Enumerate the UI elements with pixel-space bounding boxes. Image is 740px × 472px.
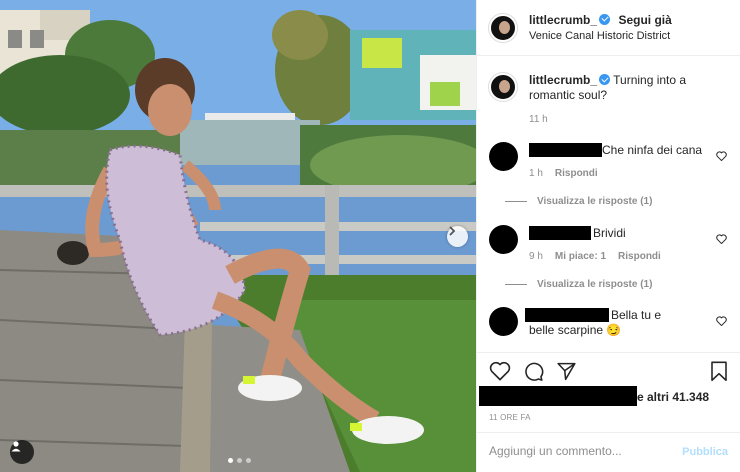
like-comment-icon[interactable]	[716, 151, 727, 161]
post-header: littlecrumb_ Segui già Venice Canal Hist…	[477, 0, 740, 56]
reply-button[interactable]: Rispondi	[618, 251, 661, 262]
likes-count[interactable]: e altri 41.348	[637, 390, 709, 404]
commenter-avatar[interactable]	[489, 307, 518, 336]
verified-badge-icon	[599, 13, 611, 25]
view-replies-label: Visualizza le risposte (1)	[537, 279, 653, 290]
like-comment-icon[interactable]	[716, 316, 727, 326]
author-username[interactable]: littlecrumb_	[529, 13, 597, 27]
comment-likes-count[interactable]: Mi piace: 1	[555, 251, 606, 262]
comment-meta: 1 h Rispondi	[529, 168, 598, 179]
redacted-liker-name	[479, 386, 637, 406]
add-comment-bar: Pubblica	[477, 432, 740, 472]
replies-divider	[505, 201, 527, 202]
commenter-avatar[interactable]	[489, 142, 518, 171]
chevron-right-icon	[449, 226, 456, 236]
carousel-dot	[246, 458, 251, 463]
photo-illustration	[0, 0, 476, 472]
view-replies-button[interactable]: Visualizza le risposte (1)	[505, 279, 652, 290]
caption-timestamp: 11 h	[529, 114, 548, 125]
replies-divider	[505, 284, 527, 285]
post-location[interactable]: Venice Canal Historic District	[529, 28, 672, 44]
caption-author-avatar[interactable]	[489, 73, 517, 101]
redacted-username	[529, 226, 591, 240]
comment-input[interactable]	[489, 444, 659, 458]
next-slide-button[interactable]	[447, 226, 468, 247]
verified-badge-icon	[599, 74, 611, 85]
heart-icon[interactable]	[489, 361, 511, 381]
caption-username[interactable]: littlecrumb_	[529, 73, 597, 87]
comment-meta: 9 h Mi piace: 1 Rispondi	[529, 251, 661, 262]
user-tag-icon	[11, 441, 21, 452]
tagged-users-button[interactable]	[10, 440, 34, 464]
view-replies-label: Visualizza le risposte (1)	[537, 196, 653, 207]
like-comment-icon[interactable]	[716, 234, 727, 244]
commenter-avatar[interactable]	[489, 225, 518, 254]
publish-button[interactable]: Pubblica	[682, 446, 728, 458]
post-timestamp: 11 ORE FA	[489, 413, 531, 422]
action-icons	[489, 361, 577, 382]
comment-text: Brividi	[593, 226, 626, 240]
reply-button[interactable]: Rispondi	[555, 168, 598, 179]
author-avatar[interactable]	[489, 13, 517, 42]
post-photo[interactable]	[0, 0, 476, 472]
view-replies-button[interactable]: Visualizza le risposte (1)	[505, 196, 652, 207]
comment-text: Che ninfa dei canali	[602, 143, 702, 157]
carousel-dot	[228, 458, 233, 463]
carousel-dot	[237, 458, 242, 463]
comment-icon[interactable]	[523, 361, 544, 382]
author-info: littlecrumb_ Segui già Venice Canal Hist…	[529, 12, 672, 44]
post-actions: e altri 41.348 11 ORE FA Pubblica	[477, 352, 740, 472]
carousel-indicators	[228, 458, 251, 463]
instagram-post-view: littlecrumb_ Segui già Venice Canal Hist…	[0, 0, 740, 472]
comments-section: littlecrumb_ Turning into a romantic sou…	[477, 57, 740, 352]
comment-time: 1 h	[529, 168, 543, 179]
follow-status-button[interactable]: Segui già	[618, 13, 671, 27]
bookmark-icon[interactable]	[710, 361, 728, 382]
comment-time: 9 h	[529, 251, 543, 262]
post-sidebar: littlecrumb_ Segui già Venice Canal Hist…	[476, 0, 740, 472]
caption-body: littlecrumb_ Turning into a romantic sou…	[529, 73, 719, 103]
comment-text: Bella tu e belle scarpine 😏	[529, 308, 662, 337]
redacted-username	[529, 143, 602, 157]
post-caption: littlecrumb_ Turning into a romantic sou…	[489, 73, 719, 103]
share-icon[interactable]	[556, 361, 577, 382]
